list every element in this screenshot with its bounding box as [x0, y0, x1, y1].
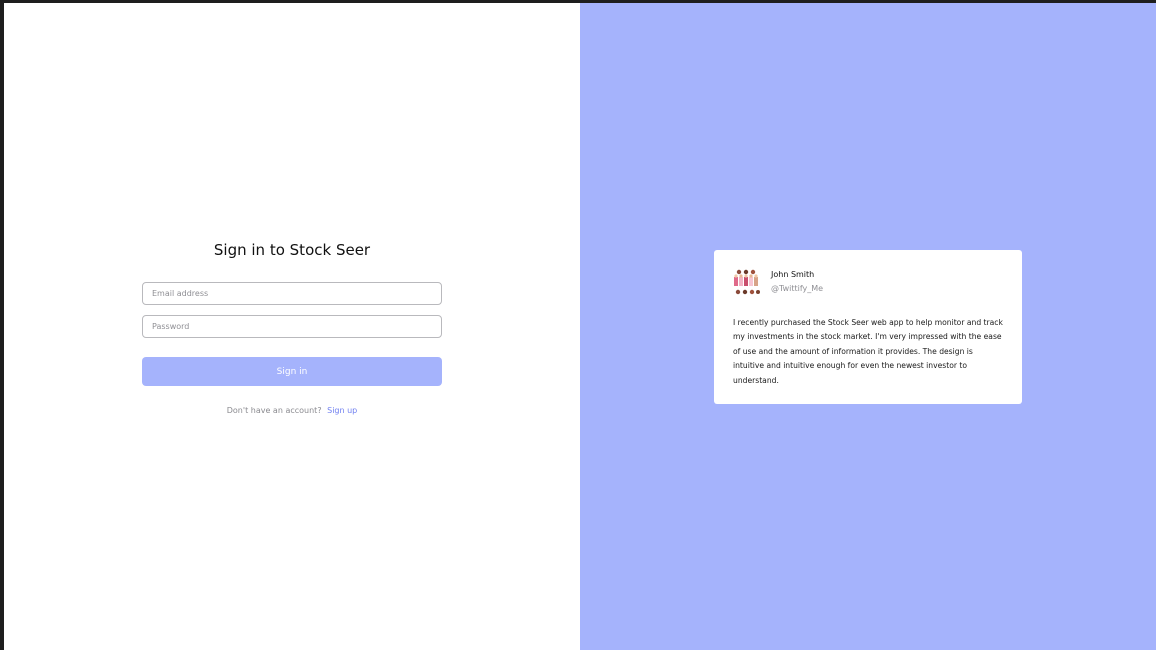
avatar-group-icon [733, 268, 761, 296]
email-field[interactable] [142, 282, 442, 305]
testimonial-card: John Smith @Twittify_Me I recently purch… [714, 250, 1022, 404]
signin-panel: Sign in to Stock Seer Sign in Don't have… [4, 3, 580, 650]
signin-form: Sign in to Stock Seer Sign in Don't have… [142, 239, 442, 415]
author-name: John Smith [771, 270, 815, 279]
no-account-text: Don't have an account? [226, 406, 322, 415]
page-title: Sign in to Stock Seer [213, 241, 371, 259]
signin-button[interactable]: Sign in [142, 357, 442, 386]
author-handle: @Twittify_Me [771, 284, 824, 293]
signup-link[interactable]: Sign up [327, 406, 357, 415]
author-info: John Smith @Twittify_Me [771, 268, 823, 296]
signup-row: Don't have an account? Sign up [142, 406, 442, 415]
testimonial-quote: I recently purchased the Stock Seer web … [733, 318, 1003, 385]
password-field[interactable] [142, 315, 442, 338]
testimonial-header: John Smith @Twittify_Me [733, 268, 1003, 296]
testimonial-panel: John Smith @Twittify_Me I recently purch… [580, 3, 1156, 650]
app-window: Sign in to Stock Seer Sign in Don't have… [4, 3, 1156, 650]
